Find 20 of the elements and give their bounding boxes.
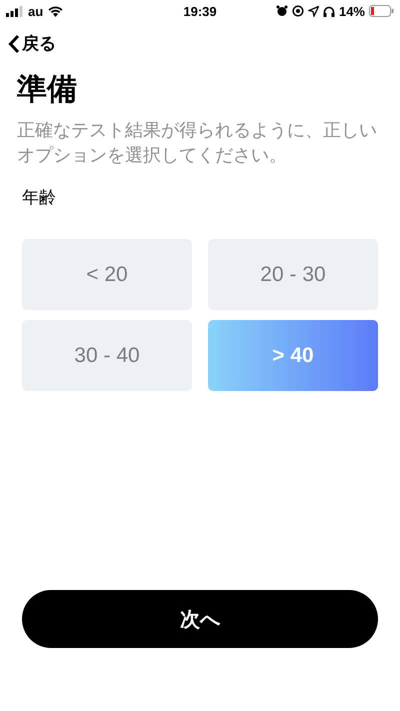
- age-option[interactable]: > 40: [208, 320, 378, 391]
- wifi-icon: [48, 6, 64, 16]
- age-option[interactable]: 20 - 30: [208, 239, 378, 310]
- back-button[interactable]: 戻る: [8, 32, 56, 55]
- age-option[interactable]: < 20: [22, 239, 192, 310]
- rotation-lock-icon: [292, 5, 304, 17]
- age-option[interactable]: 30 - 40: [22, 320, 192, 391]
- chevron-left-icon: [8, 34, 20, 54]
- headphones-icon: [322, 6, 335, 16]
- page-title: 準備: [17, 72, 78, 108]
- location-icon: [308, 6, 319, 16]
- carrier-name: au: [28, 4, 44, 18]
- battery-icon: [369, 5, 394, 17]
- alarm-icon: [276, 5, 288, 17]
- signal-icon: [6, 6, 23, 16]
- age-label: 年齢: [22, 187, 57, 209]
- clock-time: 19:39: [183, 4, 217, 18]
- battery-percent: 14%: [338, 4, 365, 18]
- instructions-text: 正確なテスト結果が得られるように、正しいオプションを選択してください。: [17, 119, 378, 167]
- next-button[interactable]: 次へ: [22, 590, 378, 648]
